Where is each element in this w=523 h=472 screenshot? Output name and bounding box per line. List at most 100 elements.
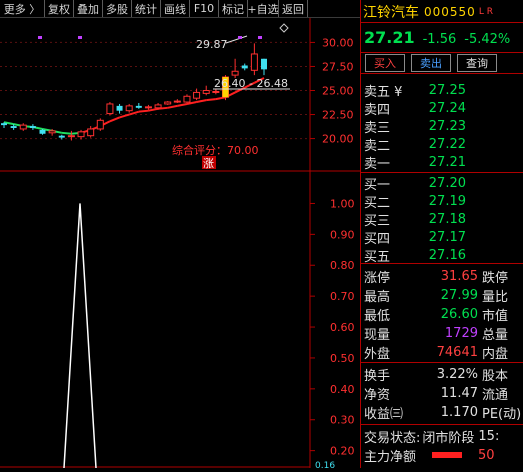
fundamental-value: 3.22% (436, 366, 478, 382)
fundamental-label: 收益㈢ (364, 406, 404, 422)
price-tick-label: 20.00 (322, 133, 354, 146)
candle-body (48, 130, 56, 134)
moving-average-segment (196, 99, 207, 104)
candlestick[interactable] (231, 58, 239, 78)
bid-level-row[interactable]: 买二 27.19 (364, 193, 523, 211)
kline-chart[interactable]: 30.00 27.50 25.00 22.50 20.00 1.00 0.90 0.80 0.… (0, 18, 360, 471)
toolbar-mark-button[interactable]: 标记 (219, 0, 248, 17)
toolbar-overlay-button[interactable]: 叠加 (74, 0, 103, 17)
stat-row: 最高 27.99 量比 (364, 287, 523, 305)
candle-body (144, 106, 152, 109)
buy-button[interactable]: 买入 (365, 54, 405, 72)
bid-level-row[interactable]: 买五 27.16 (364, 247, 523, 265)
candlestick[interactable] (241, 63, 248, 71)
candlestick[interactable] (96, 118, 104, 131)
stats-fund-divider (361, 362, 523, 363)
candlestick[interactable] (183, 94, 191, 103)
candlestick[interactable] (135, 103, 142, 109)
ask-level-label: 卖五 ¥ (364, 84, 403, 100)
diamond-icon[interactable] (279, 23, 289, 33)
toolbar-back-button[interactable]: 返回 (279, 0, 308, 17)
candle-body (250, 53, 258, 71)
sell-button[interactable]: 卖出 (411, 54, 451, 72)
bid-level-price: 27.16 (428, 247, 466, 263)
candlestick[interactable] (67, 130, 75, 141)
fundamental-value: 11.47 (440, 385, 478, 401)
ask-level-price: 27.22 (428, 136, 466, 152)
toolbar-add-watchlist-button[interactable]: +自选 (248, 0, 279, 17)
chart-area[interactable]: 30.00 27.50 25.00 22.50 20.00 1.00 0.90 0.80 0.… (0, 18, 360, 471)
candle-body (116, 105, 123, 111)
stock-name: 江铃汽车 (363, 5, 419, 21)
price-tick-label: 30.00 (322, 36, 354, 49)
ask-level-row[interactable]: 卖二 27.22 (364, 136, 523, 154)
candlestick[interactable] (144, 104, 152, 110)
candle-body (173, 100, 181, 103)
price-tick-label: 22.50 (322, 109, 354, 122)
candlestick[interactable] (261, 58, 267, 76)
candle-body (183, 95, 191, 103)
moving-average-segment (206, 98, 216, 102)
candle-body (202, 90, 210, 94)
bid-level-row[interactable]: 买三 27.18 (364, 211, 523, 229)
stat-label: 最低 (364, 308, 391, 324)
toolbar-multi-stock-button[interactable]: 多股 (103, 0, 132, 17)
ask-level-row[interactable]: 卖三 27.23 (364, 118, 523, 136)
bottom-value: 0.16 (315, 461, 335, 468)
stat-label: 最高 (364, 289, 391, 305)
stat-label: 现量 (364, 327, 391, 343)
ask-level-price: 27.25 (428, 82, 466, 98)
indicator-tick-label: 1.00 (330, 197, 355, 210)
candlestick[interactable] (116, 103, 123, 114)
candle-body (154, 104, 162, 109)
candlestick[interactable] (77, 129, 85, 140)
ask-level-row[interactable]: 卖四 27.24 (364, 100, 523, 118)
indicator-tick-label: 0.20 (330, 445, 355, 458)
toolbar-more-button[interactable]: 更多 〉 (0, 0, 45, 17)
candle-body (241, 65, 248, 69)
candlestick[interactable] (193, 88, 201, 101)
query-button[interactable]: 查询 (457, 54, 497, 72)
ask-level-row[interactable]: 卖一 27.21 (364, 154, 523, 172)
bid-level-row[interactable]: 买一 27.20 (364, 175, 523, 193)
candlestick[interactable] (58, 134, 65, 140)
candlestick[interactable] (106, 102, 114, 116)
stock-header: 江铃汽车 000550 L R (363, 2, 523, 22)
candlestick[interactable] (87, 126, 95, 138)
candlestick[interactable] (202, 85, 210, 96)
fundamental-row: 换手 3.22% 股本 (364, 366, 523, 384)
candle-body (29, 126, 36, 128)
ask-level-label: 卖二 (364, 138, 391, 154)
trade-status-time: 15: (478, 428, 500, 444)
stat-row: 涨停 31.65 跌停 (364, 268, 523, 286)
price-row: 27.21 -1.56 -5.42% (364, 28, 510, 47)
toolbar-draw-line-button[interactable]: 画线 (161, 0, 190, 17)
candle-body (58, 135, 65, 138)
bid-level-label: 买五 (364, 249, 391, 265)
toolbar-statistics-button[interactable]: 统计 (132, 0, 161, 17)
ask-bid-divider (361, 172, 523, 173)
bid-level-row[interactable]: 买四 27.17 (364, 229, 523, 247)
candlestick[interactable] (29, 124, 36, 130)
candle-body (231, 70, 239, 76)
candle-body (193, 91, 201, 99)
moving-average-segment (148, 107, 159, 112)
main-net-bar (432, 452, 463, 458)
stat-value: 1729 (444, 325, 478, 341)
candlestick[interactable] (125, 103, 133, 113)
price-change: -1.56 (422, 32, 457, 47)
toolbar-fuquan-button[interactable]: 复权 (45, 0, 74, 17)
high-price-label: 29.87 (196, 38, 228, 51)
candlestick[interactable] (19, 123, 27, 131)
fundamental-row: 净资 11.47 流通 (364, 385, 523, 403)
candlestick[interactable] (164, 101, 172, 105)
ask-level-row[interactable]: 卖五 ¥ 27.25 (364, 82, 523, 100)
toolbar-f10-button[interactable]: F10 (190, 0, 219, 17)
fundamental-value: 1.170 (440, 404, 478, 420)
bid-level-price: 27.17 (428, 229, 466, 245)
trade-buttons: 买入 卖出 查询 (361, 52, 523, 74)
candle-body (261, 58, 267, 70)
candlestick[interactable] (173, 99, 181, 103)
candlestick[interactable] (250, 43, 258, 76)
signal-marker (38, 36, 42, 39)
